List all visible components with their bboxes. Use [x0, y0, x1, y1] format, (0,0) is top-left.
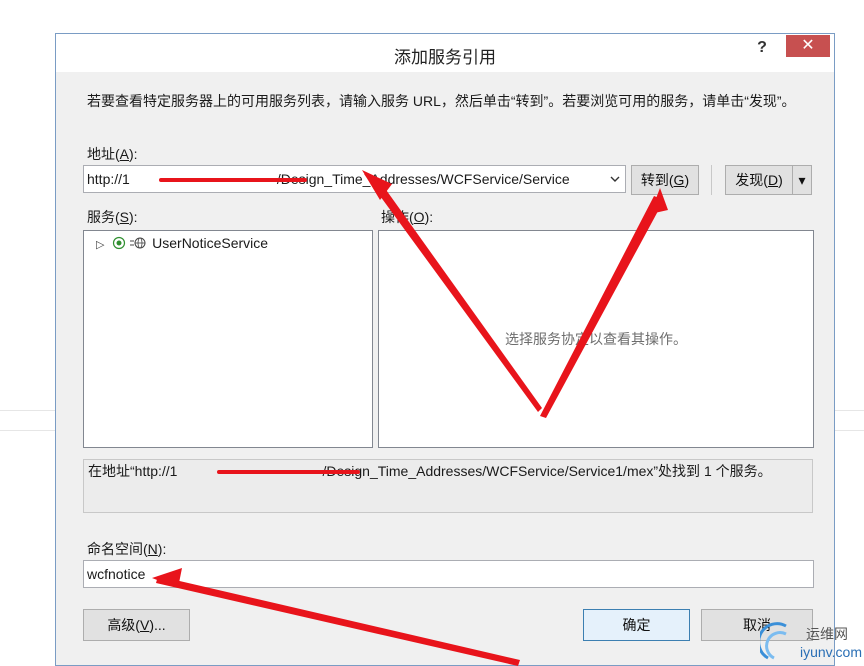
address-label: 地址(A): — [87, 146, 138, 162]
namespace-label: 命名空间(N): — [87, 541, 167, 557]
service-radio-icon — [113, 236, 126, 250]
status-text: /Design_Time_Addresses/WCFService/Servic… — [322, 463, 772, 479]
service-name: UserNoticeService — [152, 235, 269, 251]
toolbar-separator — [711, 165, 712, 195]
address-prefix: http://1 — [87, 171, 130, 187]
ok-button[interactable]: 确定 — [583, 609, 690, 641]
status-message: 在地址“http://1/Design_Time_Addresses/WCFSe… — [83, 459, 813, 513]
discover-dropdown-button[interactable]: ▾ — [792, 165, 812, 195]
dialog-title: 添加服务引用 — [394, 48, 496, 67]
redaction-mark — [217, 470, 360, 474]
dropdown-arrow-icon: ▾ — [798, 172, 806, 188]
close-icon: ✕ — [801, 37, 815, 54]
redaction-mark — [159, 178, 307, 182]
status-text-prefix: 在地址“http://1 — [88, 463, 178, 479]
watermark-en: iyunv.com — [800, 644, 862, 660]
address-input[interactable]: http://1/Design_Time_Addresses/WCFServic… — [83, 165, 626, 193]
chevron-down-icon — [610, 176, 620, 182]
operations-panel[interactable]: 选择服务协定以查看其操作。 — [378, 230, 814, 448]
globe-icon — [130, 237, 146, 249]
help-button[interactable]: ? — [752, 39, 772, 59]
address-dropdown[interactable] — [606, 165, 625, 193]
advanced-button[interactable]: 高级(V)... — [83, 609, 190, 641]
watermark-cn: 运维网 — [806, 626, 848, 642]
goto-button[interactable]: 转到(G) — [631, 165, 699, 195]
address-value: /Design_Time_Addresses/WCFService/Servic… — [276, 171, 570, 187]
services-label: 服务(S): — [87, 209, 138, 225]
close-button[interactable]: ✕ — [786, 35, 830, 57]
title-bar: 添加服务引用 ? ✕ — [56, 34, 834, 72]
operations-placeholder: 选择服务协定以查看其操作。 — [505, 331, 687, 347]
watermark: 运维网 iyunv.com — [760, 620, 864, 666]
add-service-reference-dialog: 添加服务引用 ? ✕ 若要查看特定服务器上的可用服务列表，请输入服务 URL，然… — [55, 33, 835, 666]
tree-item-user-notice-service[interactable]: ▷ UserNoticeService — [96, 235, 268, 251]
expand-icon[interactable]: ▷ — [96, 239, 104, 251]
namespace-input[interactable]: wcfnotice — [83, 560, 814, 588]
discover-button[interactable]: 发现(D) — [725, 165, 793, 195]
instructions-text: 若要查看特定服务器上的可用服务列表，请输入服务 URL，然后单击“转到”。若要浏… — [87, 93, 796, 109]
watermark-logo-icon — [760, 622, 787, 660]
services-tree[interactable]: ▷ UserNoticeService — [83, 230, 373, 448]
operations-label: 操作(O): — [381, 209, 434, 225]
